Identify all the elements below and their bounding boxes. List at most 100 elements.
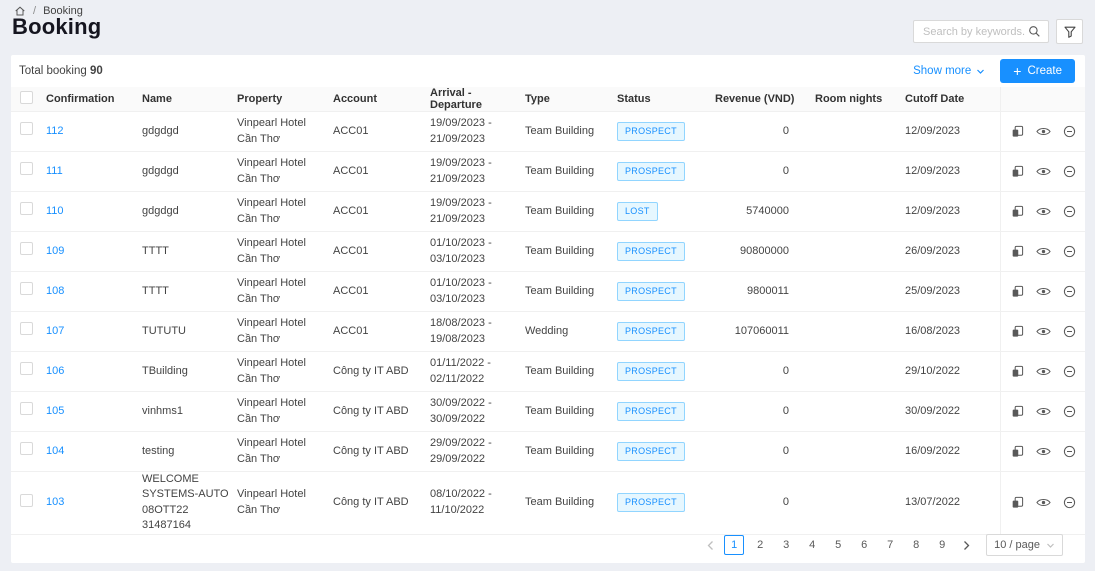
- property-cell: Vinpearl Hotel Cần Thơ: [237, 156, 333, 187]
- copy-icon[interactable]: [1011, 325, 1024, 338]
- row-checkbox-cell: [11, 162, 46, 180]
- row-actions: [1000, 232, 1085, 271]
- name-cell: TBuilding: [142, 364, 237, 379]
- page-button-6[interactable]: 6: [854, 535, 874, 555]
- minus-circle-icon[interactable]: [1063, 325, 1076, 338]
- confirmation-link[interactable]: 104: [46, 445, 64, 457]
- row-checkbox[interactable]: [20, 282, 33, 295]
- confirmation-cell: 112: [46, 124, 142, 139]
- minus-circle-icon[interactable]: [1063, 165, 1076, 178]
- revenue-cell: 107060011: [715, 324, 815, 339]
- confirmation-link[interactable]: 106: [46, 365, 64, 377]
- eye-icon[interactable]: [1036, 206, 1051, 217]
- row-checkbox-cell: [11, 122, 46, 140]
- eye-icon[interactable]: [1036, 406, 1051, 417]
- copy-icon[interactable]: [1011, 245, 1024, 258]
- row-checkbox[interactable]: [20, 322, 33, 335]
- page-button-5[interactable]: 5: [828, 535, 848, 555]
- eye-icon[interactable]: [1036, 166, 1051, 177]
- row-checkbox[interactable]: [20, 202, 33, 215]
- minus-circle-icon[interactable]: [1063, 405, 1076, 418]
- page-button-7[interactable]: 7: [880, 535, 900, 555]
- account-cell: ACC01: [333, 244, 430, 259]
- row-checkbox[interactable]: [20, 442, 33, 455]
- cutoff-date-cell: 16/09/2022: [905, 444, 1000, 459]
- search-box[interactable]: [913, 20, 1049, 43]
- eye-icon[interactable]: [1036, 286, 1051, 297]
- row-checkbox[interactable]: [20, 122, 33, 135]
- minus-circle-icon[interactable]: [1063, 365, 1076, 378]
- header-revenue: Revenue (VND): [715, 93, 815, 105]
- name-cell: TTTT: [142, 284, 237, 299]
- eye-icon[interactable]: [1036, 246, 1051, 257]
- copy-icon[interactable]: [1011, 405, 1024, 418]
- revenue-cell: 90800000: [715, 244, 815, 259]
- row-checkbox[interactable]: [20, 242, 33, 255]
- confirmation-link[interactable]: 111: [46, 165, 63, 177]
- status-cell: PROSPECT: [617, 442, 715, 461]
- confirmation-cell: 107: [46, 324, 142, 339]
- show-more-link[interactable]: Show more: [913, 65, 985, 77]
- status-badge: PROSPECT: [617, 122, 685, 141]
- search-icon[interactable]: [1028, 25, 1041, 38]
- status-badge: PROSPECT: [617, 242, 685, 261]
- table-row: 109 TTTT Vinpearl Hotel Cần Thơ ACC01 01…: [11, 232, 1085, 272]
- minus-circle-icon[interactable]: [1063, 125, 1076, 138]
- page-size-select[interactable]: 10 / page: [986, 534, 1063, 556]
- page-size-value: 10 / page: [994, 539, 1040, 551]
- account-cell: ACC01: [333, 204, 430, 219]
- table-row: 110 gdgdgd Vinpearl Hotel Cần Thơ ACC01 …: [11, 192, 1085, 232]
- next-page-button[interactable]: [958, 535, 974, 555]
- table-row: 106 TBuilding Vinpearl Hotel Cần Thơ Côn…: [11, 352, 1085, 392]
- row-checkbox[interactable]: [20, 362, 33, 375]
- minus-circle-icon[interactable]: [1063, 445, 1076, 458]
- property-cell: Vinpearl Hotel Cần Thơ: [237, 356, 333, 387]
- row-checkbox[interactable]: [20, 162, 33, 175]
- select-all-checkbox[interactable]: [20, 91, 33, 104]
- status-badge: LOST: [617, 202, 658, 221]
- confirmation-link[interactable]: 109: [46, 245, 64, 257]
- type-cell: Team Building: [525, 204, 617, 219]
- minus-circle-icon[interactable]: [1063, 285, 1076, 298]
- page-button-8[interactable]: 8: [906, 535, 926, 555]
- minus-circle-icon[interactable]: [1063, 496, 1076, 509]
- copy-icon[interactable]: [1011, 496, 1024, 509]
- copy-icon[interactable]: [1011, 365, 1024, 378]
- copy-icon[interactable]: [1011, 205, 1024, 218]
- type-cell: Team Building: [525, 124, 617, 139]
- filter-button[interactable]: [1056, 19, 1083, 44]
- confirmation-link[interactable]: 103: [46, 496, 64, 508]
- eye-icon[interactable]: [1036, 497, 1051, 508]
- plus-icon: +: [1013, 64, 1021, 78]
- header-confirmation: Confirmation: [46, 93, 142, 105]
- page-button-4[interactable]: 4: [802, 535, 822, 555]
- minus-circle-icon[interactable]: [1063, 205, 1076, 218]
- create-button[interactable]: + Create: [1000, 59, 1075, 83]
- name-cell: gdgdgd: [142, 164, 237, 179]
- confirmation-link[interactable]: 110: [46, 205, 64, 217]
- search-input[interactable]: [921, 25, 1028, 39]
- copy-icon[interactable]: [1011, 445, 1024, 458]
- eye-icon[interactable]: [1036, 326, 1051, 337]
- eye-icon[interactable]: [1036, 366, 1051, 377]
- minus-circle-icon[interactable]: [1063, 245, 1076, 258]
- copy-icon[interactable]: [1011, 285, 1024, 298]
- eye-icon[interactable]: [1036, 446, 1051, 457]
- page-button-2[interactable]: 2: [750, 535, 770, 555]
- page-button-1[interactable]: 1: [724, 535, 744, 555]
- eye-icon[interactable]: [1036, 126, 1051, 137]
- copy-icon[interactable]: [1011, 125, 1024, 138]
- cutoff-date-cell: 26/09/2023: [905, 244, 1000, 259]
- confirmation-link[interactable]: 105: [46, 405, 64, 417]
- row-checkbox[interactable]: [20, 494, 33, 507]
- page-button-3[interactable]: 3: [776, 535, 796, 555]
- confirmation-link[interactable]: 112: [46, 125, 64, 137]
- total-booking: Total booking 90: [19, 65, 103, 77]
- confirmation-link[interactable]: 107: [46, 325, 64, 337]
- page-button-9[interactable]: 9: [932, 535, 952, 555]
- prev-page-button[interactable]: [702, 535, 718, 555]
- card-header: Total booking 90 Show more + Create: [11, 55, 1085, 87]
- row-checkbox[interactable]: [20, 402, 33, 415]
- confirmation-link[interactable]: 108: [46, 285, 64, 297]
- copy-icon[interactable]: [1011, 165, 1024, 178]
